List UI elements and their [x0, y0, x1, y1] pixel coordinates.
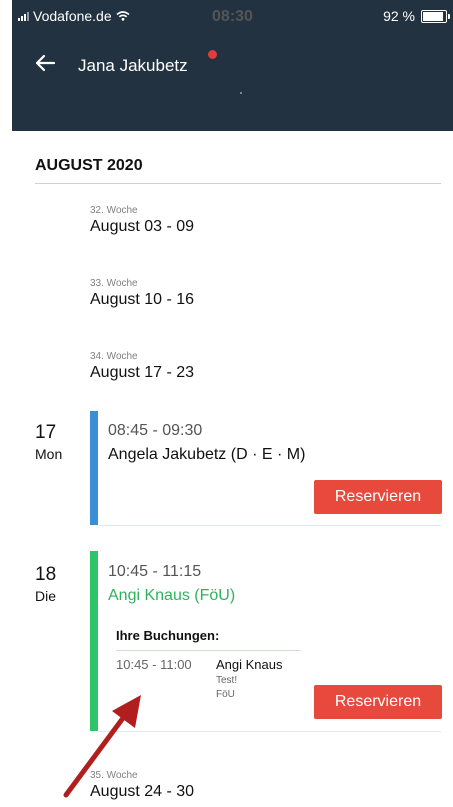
event-color-bar: [90, 411, 98, 525]
week-label: 34. Woche: [90, 351, 138, 362]
week-header: 33. Woche August 10 - 16: [90, 278, 194, 309]
week-range: August 24 - 30: [90, 783, 195, 800]
app-screen: Vodafone.de 08:30 92 % Jana Jakubetz AUG…: [0, 0, 453, 807]
reserve-button[interactable]: Reservieren: [314, 685, 442, 719]
day-number: 17: [35, 422, 57, 443]
battery-status: 92 %: [383, 8, 450, 24]
event-separator: [98, 525, 441, 526]
battery-percent: 92 %: [383, 8, 415, 24]
booking-name: Angi Knaus: [216, 657, 283, 672]
event-time: 08:45 - 09:30: [108, 422, 203, 439]
event-title: Angela Jakubetz (D · E · M): [108, 446, 306, 463]
page-title: Jana Jakubetz: [78, 56, 188, 75]
event-separator: [98, 731, 441, 732]
week-range: August 17 - 23: [90, 364, 195, 381]
week-header: 34. Woche August 17 - 23: [90, 351, 194, 382]
battery-icon: [421, 9, 450, 23]
back-arrow-icon[interactable]: [34, 52, 56, 74]
month-heading: AUGUST 2020: [35, 157, 143, 174]
bookings-heading: Ihre Buchungen:: [116, 628, 220, 643]
app-header: Vodafone.de 08:30 92 % Jana Jakubetz: [12, 0, 453, 131]
reserve-button[interactable]: Reservieren: [314, 480, 442, 514]
week-header: 32. Woche August 03 - 09: [90, 205, 194, 236]
booking-time: 10:45 - 11:00: [116, 657, 192, 672]
booking-note: Test!: [216, 675, 238, 686]
week-label: 35. Woche: [90, 770, 138, 781]
week-label: 33. Woche: [90, 278, 138, 289]
week-label: 32. Woche: [90, 205, 138, 216]
event-time: 10:45 - 11:15: [108, 563, 202, 580]
decorative-dot: [240, 92, 242, 94]
day-name: Die: [35, 588, 57, 604]
day-name: Mon: [35, 446, 63, 462]
notification-dot: [208, 50, 217, 59]
week-range: August 03 - 09: [90, 218, 195, 235]
month-divider: [35, 183, 441, 184]
week-header: 35. Woche August 24 - 30: [90, 770, 194, 801]
status-bar: Vodafone.de 08:30 92 %: [12, 6, 453, 26]
event-color-bar: [90, 551, 98, 731]
booking-course: FöU: [216, 689, 235, 700]
week-range: August 10 - 16: [90, 291, 195, 308]
bookings-divider: [116, 650, 301, 651]
day-label: 17 Mon: [35, 422, 62, 462]
event-title: Angi Knaus (FöU): [108, 587, 236, 604]
screen-margin: [0, 0, 12, 807]
day-number: 18: [35, 564, 57, 585]
day-label: 18 Die: [35, 564, 56, 604]
